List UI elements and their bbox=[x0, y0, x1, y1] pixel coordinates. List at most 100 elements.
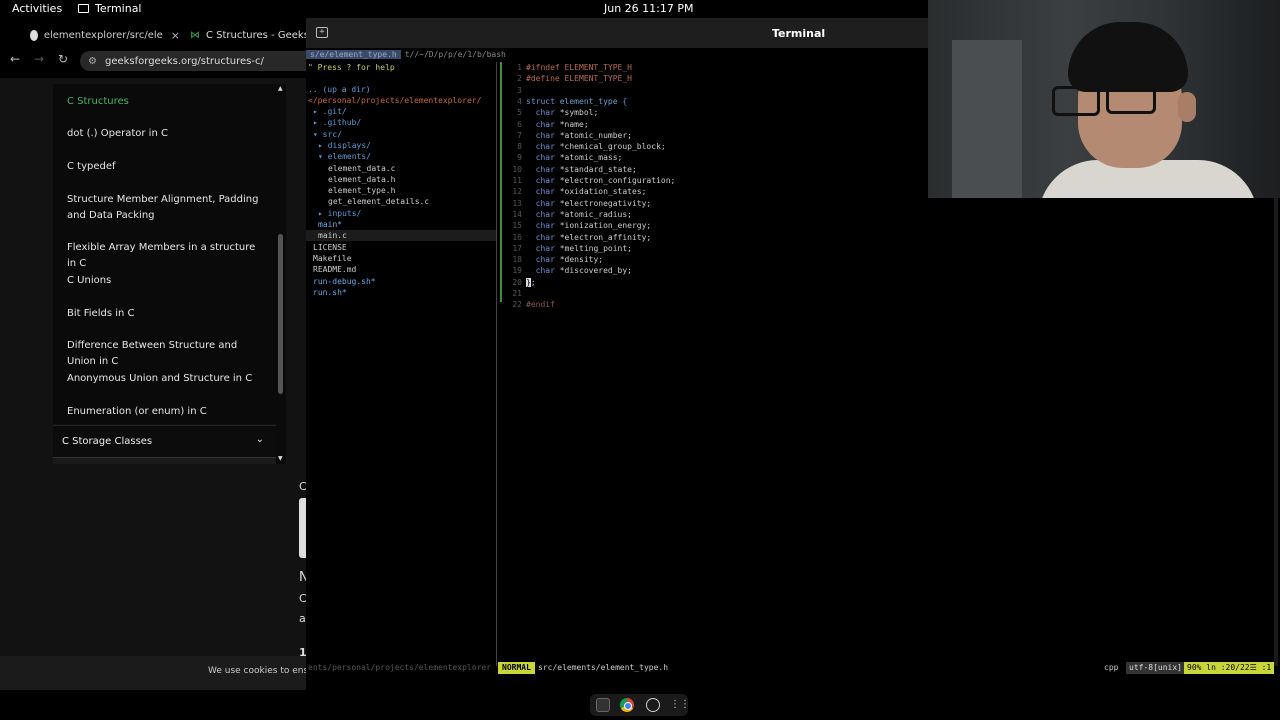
sidebar-item-bit-fields[interactable]: Bit Fields in C bbox=[67, 306, 267, 322]
sidebar-item-struct-vs-union[interactable]: Difference Between Structure and Union i… bbox=[67, 338, 267, 370]
line-number: 3 bbox=[517, 85, 522, 95]
git-gutter-marker bbox=[500, 62, 502, 302]
code-line[interactable]: char *chemical_group_block; bbox=[526, 141, 666, 152]
terminal-app-icon[interactable] bbox=[596, 698, 610, 712]
section-storage-classes[interactable]: C Storage Classes ⌄ bbox=[53, 425, 276, 457]
sidebar-scrollbar[interactable]: ▲ ▼ bbox=[276, 84, 286, 464]
nerdtree-entry[interactable]: ▸ .github/ bbox=[313, 117, 361, 128]
line-number: 18 bbox=[512, 255, 522, 265]
github-icon bbox=[30, 29, 38, 41]
code-line[interactable]: char *electronegativity; bbox=[526, 198, 652, 209]
nerdtree-entry[interactable]: element_data.c bbox=[328, 163, 395, 174]
tab-label: elementexplorer/src/ele bbox=[43, 29, 163, 41]
nerdtree-entry[interactable]: run.sh* bbox=[313, 287, 347, 298]
code-line[interactable]: #endif bbox=[526, 299, 555, 310]
code-line[interactable]: struct element_type { bbox=[526, 96, 627, 107]
forward-icon[interactable]: → bbox=[34, 52, 44, 66]
sidebar-item-enumeration[interactable]: Enumeration (or enum) in C bbox=[67, 404, 267, 420]
filetype-indicator: cpp bbox=[1104, 663, 1119, 672]
code-line[interactable]: char *electron_affinity; bbox=[526, 232, 652, 243]
new-tab-icon[interactable]: + bbox=[316, 27, 328, 38]
app-name: Terminal bbox=[95, 2, 142, 15]
vim-tab-active[interactable]: s/e/element_type.h bbox=[306, 50, 401, 59]
code-line[interactable]: char *name; bbox=[526, 119, 589, 130]
sidebar-item-c-structures[interactable]: C Structures bbox=[67, 94, 267, 110]
chevron-down-icon[interactable]: ⌄ bbox=[256, 434, 264, 445]
code-line[interactable]: char *density; bbox=[526, 254, 603, 265]
nerdtree-entry[interactable]: ▸ inputs/ bbox=[318, 208, 361, 219]
line-number: 12 bbox=[512, 187, 522, 197]
vertical-split bbox=[496, 62, 497, 666]
nerdtree-entry[interactable]: README.md bbox=[313, 264, 356, 275]
reload-icon[interactable]: ↻ bbox=[58, 52, 68, 66]
line-number: 9 bbox=[517, 153, 522, 163]
code-line[interactable]: char *discovered_by; bbox=[526, 265, 632, 276]
code-line[interactable]: char *atomic_number; bbox=[526, 130, 632, 141]
scroll-down-icon[interactable]: ▼ bbox=[278, 456, 284, 462]
nerdtree-root-path: </personal/projects/elementexplorer/ bbox=[308, 96, 482, 105]
webcam-glasses-right bbox=[1106, 84, 1156, 114]
sidebar-item-flexible-array[interactable]: Flexible Array Members in a structure in… bbox=[67, 240, 267, 272]
code-line[interactable]: char *electron_configuration; bbox=[526, 175, 676, 186]
article-peek-box bbox=[299, 498, 306, 558]
code-line[interactable]: }; bbox=[526, 277, 536, 288]
scroll-up-icon[interactable]: ▲ bbox=[278, 86, 284, 92]
nerdtree-entry[interactable]: element_type.h bbox=[328, 185, 395, 196]
sidebar-item-unions[interactable]: C Unions bbox=[67, 273, 267, 289]
site-info-icon[interactable]: ⚙ bbox=[88, 56, 97, 67]
nerdtree-up-dir[interactable]: .. (up a dir) bbox=[308, 84, 371, 95]
article-peek-text: a bbox=[299, 612, 306, 625]
nerdtree-entry[interactable]: run-debug.sh* bbox=[313, 276, 376, 287]
nerdtree-entry[interactable]: get_element_details.c bbox=[328, 196, 429, 207]
sidebar-item-anonymous-union[interactable]: Anonymous Union and Structure in C bbox=[67, 371, 267, 387]
nerdtree-entry[interactable]: ▸ .git/ bbox=[313, 106, 347, 117]
browser-tab-strip: elementexplorer/src/ele × ⋈ C Structures… bbox=[0, 22, 306, 48]
code-line[interactable]: #define ELEMENT_TYPE_H bbox=[526, 73, 632, 84]
address-bar[interactable]: ⚙ geeksforgeeks.org/structures-c/ bbox=[80, 51, 306, 71]
nerdtree-entry[interactable]: Makefile bbox=[313, 253, 352, 264]
code-line[interactable]: char *ionization_energy; bbox=[526, 220, 652, 231]
app-grid-icon[interactable]: ⋮⋮ bbox=[670, 698, 690, 712]
vim-tab-rest[interactable]: t//~/D/p/p/e/1/b/bash bbox=[401, 50, 506, 59]
line-number: 22 bbox=[512, 300, 522, 310]
app-menu[interactable]: Terminal bbox=[78, 2, 142, 15]
code-line[interactable]: char *standard_state; bbox=[526, 164, 637, 175]
nerdtree-entry[interactable]: element_data.h bbox=[328, 174, 395, 185]
line-number: 5 bbox=[517, 108, 522, 118]
nerdtree-entry[interactable]: ▸ displays/ bbox=[318, 140, 371, 151]
tab-github[interactable]: elementexplorer/src/ele × bbox=[30, 22, 180, 48]
tab-geeksforgeeks[interactable]: ⋈ C Structures - Geeksfo bbox=[190, 22, 306, 48]
code-line[interactable]: char *atomic_radius; bbox=[526, 209, 632, 220]
clock[interactable]: Jun 26 11:17 PM bbox=[604, 2, 694, 15]
line-number: 21 bbox=[512, 289, 522, 298]
scroll-thumb[interactable] bbox=[278, 234, 283, 394]
sidebar-bottom-edge bbox=[53, 457, 276, 464]
nerdtree-status-path: ents/personal/projects/elementexplorer bbox=[308, 663, 492, 672]
nerdtree-entry[interactable]: LICENSE bbox=[313, 242, 347, 253]
nerdtree-entry[interactable]: main.c bbox=[318, 230, 347, 241]
line-number: 11 bbox=[512, 176, 522, 185]
dock: ⋮⋮ bbox=[590, 694, 690, 716]
encoding-indicator: utf-8[unix] bbox=[1126, 662, 1185, 674]
back-icon[interactable]: ← bbox=[10, 52, 20, 66]
code-line[interactable]: char *symbol; bbox=[526, 107, 599, 118]
nerdtree-entry[interactable]: ▾ src/ bbox=[313, 129, 342, 140]
tab-label: C Structures - Geeksfo bbox=[206, 29, 306, 41]
sidebar-item-typedef[interactable]: C typedef bbox=[67, 159, 267, 175]
nerdtree-help-hint: " Press ? for help bbox=[308, 63, 395, 72]
webcam-door bbox=[952, 40, 1022, 198]
chrome-icon[interactable] bbox=[620, 698, 634, 712]
sidebar-item-dot-operator[interactable]: dot (.) Operator in C bbox=[67, 126, 267, 142]
code-line[interactable]: #ifndef ELEMENT_TYPE_H bbox=[526, 62, 632, 73]
code-line[interactable]: char *oxidation_states; bbox=[526, 186, 647, 197]
line-number: 13 bbox=[512, 198, 522, 208]
nerdtree-entry[interactable]: main* bbox=[318, 219, 342, 230]
help-icon[interactable] bbox=[646, 698, 660, 712]
nerdtree-entry[interactable]: ▾ elements/ bbox=[318, 151, 371, 162]
sidebar-item-alignment[interactable]: Structure Member Alignment, Padding and … bbox=[67, 192, 267, 224]
code-line[interactable]: char *atomic_mass; bbox=[526, 152, 623, 163]
close-icon[interactable]: × bbox=[171, 29, 180, 42]
code-line[interactable]: char *melting_point; bbox=[526, 243, 632, 254]
activities-button[interactable]: Activities bbox=[12, 2, 62, 15]
line-number: 20 bbox=[512, 277, 522, 287]
